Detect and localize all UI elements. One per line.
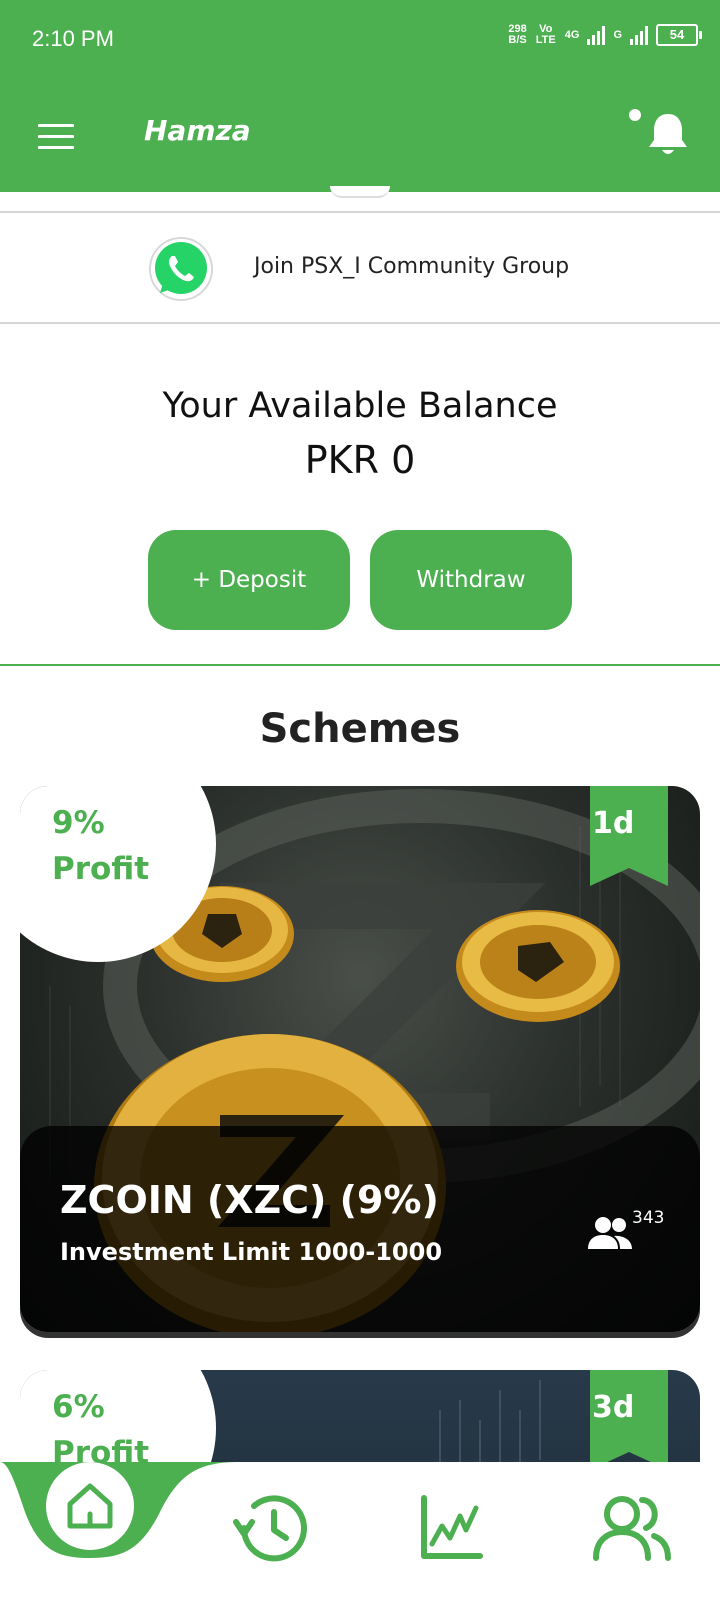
members-count: 343 <box>632 1208 665 1228</box>
network-4g-label: 4G <box>564 28 580 41</box>
duration-label: 3d <box>592 1390 635 1425</box>
nav-history[interactable] <box>222 1478 322 1578</box>
app-bar: 2:10 PM 298 B/S Vo LTE 4G G 54 Hamza <box>0 0 720 192</box>
page-title: Hamza <box>144 114 251 147</box>
battery-icon: 54 <box>656 24 702 46</box>
network-g-label: G <box>613 28 622 41</box>
bottom-navigation <box>0 1462 720 1612</box>
members-icon <box>588 1217 632 1249</box>
appbar-notch <box>330 186 390 198</box>
section-divider <box>0 664 720 666</box>
investment-limit: Investment Limit 1000-1000 <box>60 1238 443 1266</box>
nav-stats[interactable] <box>402 1478 502 1578</box>
network-speed: 298 B/S <box>508 23 527 46</box>
profit-label: 9% Profit <box>52 805 150 887</box>
signal-strength-icon-2 <box>630 25 648 45</box>
whatsapp-icon <box>149 237 213 301</box>
scheme-name: ZCOIN (XZC) (9%) <box>60 1178 439 1222</box>
schemes-title: Schemes <box>259 706 461 752</box>
status-icons: 298 B/S Vo LTE 4G G 54 <box>508 23 702 46</box>
bell-icon[interactable] <box>644 108 692 160</box>
withdraw-button[interactable]: Withdraw <box>370 530 572 630</box>
balance-title: Your Available Balance <box>162 386 558 426</box>
duration-label: 1d <box>592 806 635 841</box>
scheme-card[interactable]: 9% Profit 1d ZCOIN (XZC) (9%) Investment… <box>20 786 700 1332</box>
scheme-info-panel: ZCOIN (XZC) (9%) Investment Limit 1000-1… <box>20 1126 700 1332</box>
team-icon <box>593 1496 671 1561</box>
hamburger-menu-icon[interactable] <box>38 124 74 150</box>
home-icon <box>46 1462 134 1550</box>
status-time: 2:10 PM <box>32 26 114 51</box>
community-label: Join PSX_I Community Group <box>254 254 570 279</box>
chart-icon <box>421 1495 483 1559</box>
community-banner[interactable]: Join PSX_I Community Group <box>0 214 720 322</box>
divider <box>0 322 720 324</box>
deposit-button[interactable]: + Deposit <box>148 530 350 630</box>
notification-dot-icon <box>629 109 641 121</box>
nav-team[interactable] <box>582 1478 682 1578</box>
volte-indicator: Vo LTE <box>535 23 556 46</box>
nav-home[interactable] <box>40 1456 140 1556</box>
signal-strength-icon <box>587 25 606 45</box>
history-icon <box>233 1495 307 1562</box>
divider <box>0 211 720 213</box>
balance-value: PKR 0 <box>304 438 416 482</box>
